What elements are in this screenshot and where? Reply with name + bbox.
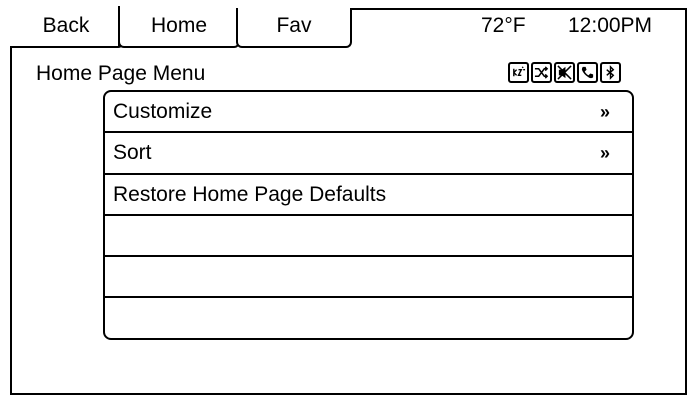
speech-recognition-icon [508, 62, 529, 83]
menu-item-customize[interactable]: Customize » [105, 92, 632, 134]
home-button[interactable]: Home [118, 8, 240, 48]
back-label: Back [42, 14, 90, 37]
menu-item-label: Restore Home Page Defaults [113, 182, 387, 206]
temperature-display: 72°F [481, 14, 526, 37]
menu-item-label: Sort [113, 141, 152, 165]
fav-button[interactable]: Fav [236, 8, 352, 48]
menu-item-empty [105, 216, 632, 258]
mute-icon [554, 62, 575, 83]
bluetooth-icon [600, 62, 621, 83]
phone-icon [577, 62, 598, 83]
back-button[interactable]: Back [10, 6, 124, 48]
shuffle-icon [531, 62, 552, 83]
home-label: Home [150, 14, 208, 37]
menu-item-sort[interactable]: Sort » [105, 133, 632, 175]
chevron-right-icon: » [599, 143, 610, 164]
menu-item-empty [105, 257, 632, 299]
chevron-right-icon: » [599, 102, 610, 122]
menu-item-label: Customize [113, 100, 213, 123]
page-title: Home Page Menu [36, 62, 206, 85]
fav-label: Fav [276, 14, 312, 37]
clock-display: 12:00PM [568, 14, 653, 37]
menu-item-restore-defaults[interactable]: Restore Home Page Defaults [105, 175, 632, 216]
menu-item-empty [105, 298, 632, 338]
status-icons [508, 62, 621, 83]
home-page-menu-list: Customize » Sort » Restore Home Page Def… [103, 90, 634, 340]
